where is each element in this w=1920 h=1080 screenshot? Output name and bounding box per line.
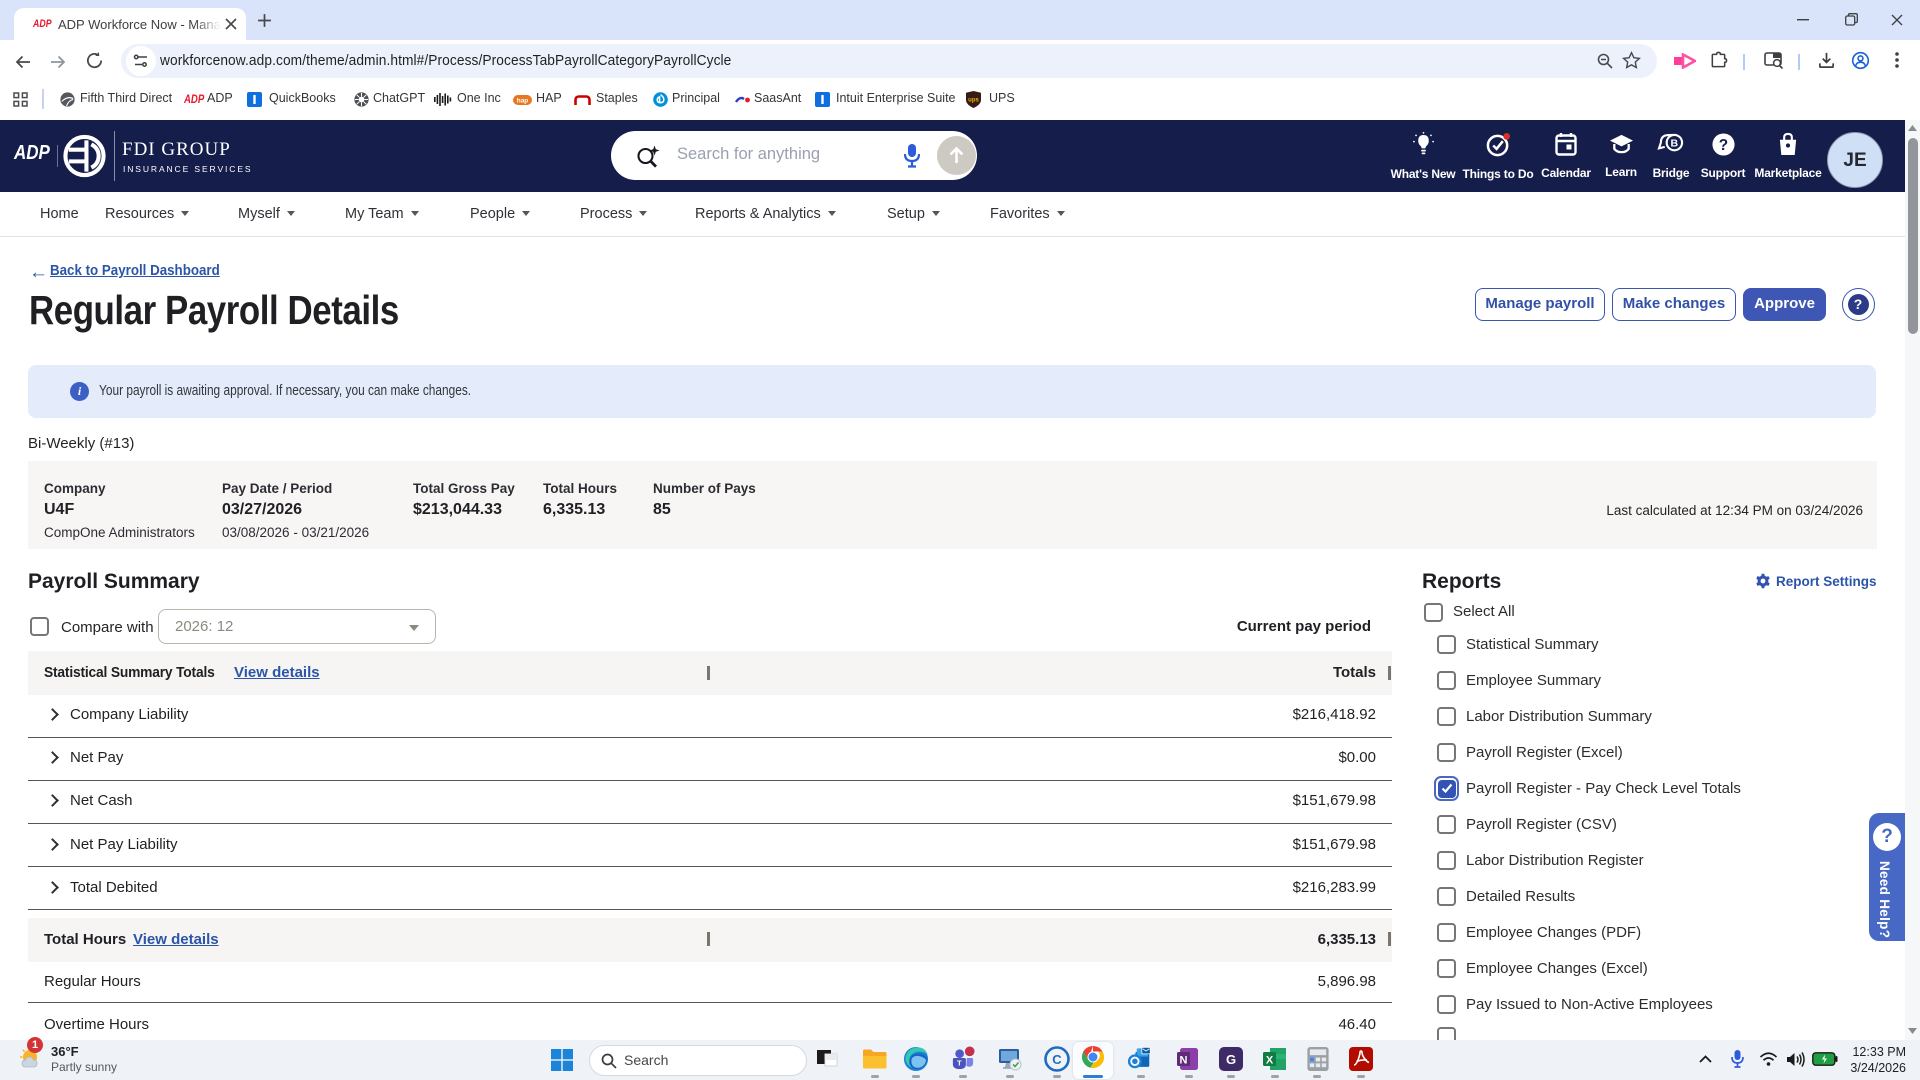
svg-text:?: ? [1718, 137, 1727, 154]
svg-text:G: G [1226, 1052, 1236, 1067]
svg-text:X: X [1266, 1055, 1274, 1067]
svg-text:T: T [957, 1058, 962, 1067]
svg-text:ups: ups [968, 98, 979, 104]
svg-text:C: C [1052, 1052, 1062, 1067]
svg-text:hap: hap [517, 98, 529, 105]
svg-text:N: N [1180, 1055, 1188, 1067]
svg-text:B: B [1671, 137, 1679, 149]
